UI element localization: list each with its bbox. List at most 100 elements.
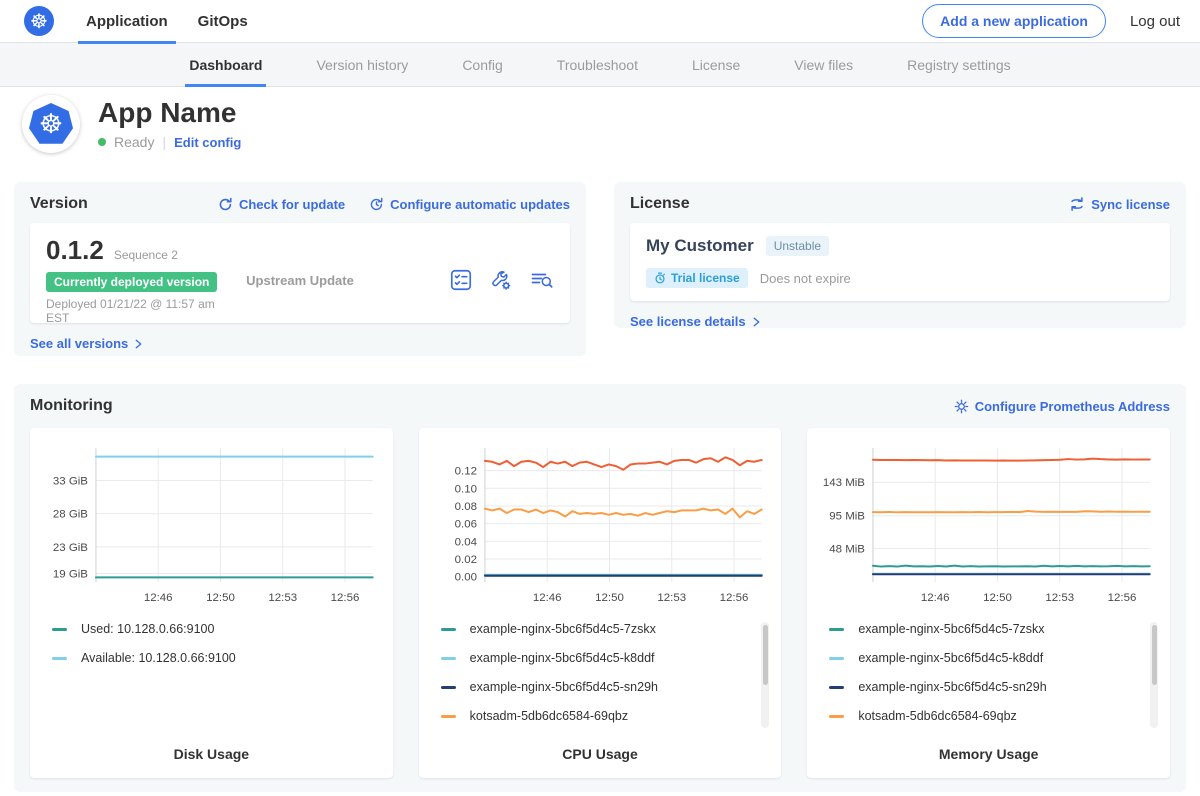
legend-label: example-nginx-5bc6f5d4c5-sn29h xyxy=(470,680,658,694)
svg-text:0.00: 0.00 xyxy=(454,572,476,584)
disk-usage-chart: 19 GiB23 GiB28 GiB33 GiB12:4612:5012:531… xyxy=(40,438,383,610)
license-panel: License Sync license My Customer Unstabl… xyxy=(614,182,1186,328)
legend-swatch-icon xyxy=(52,657,67,660)
legend-label: Available: 10.128.0.66:9100 xyxy=(81,651,236,665)
svg-text:0.04: 0.04 xyxy=(454,536,477,548)
logout-button[interactable]: Log out xyxy=(1130,13,1180,30)
subnav-view-files[interactable]: View files xyxy=(794,43,853,87)
svg-text:48 MiB: 48 MiB xyxy=(830,543,866,555)
deployed-version-badge: Currently deployed version xyxy=(46,272,217,292)
edit-config-link[interactable]: Edit config xyxy=(174,135,241,150)
memory-usage-card: 48 MiB95 MiB143 MiB12:4612:5012:5312:56 … xyxy=(807,428,1170,778)
monitoring-panel: Monitoring Configure Prometheus Address … xyxy=(14,384,1186,792)
stopwatch-icon xyxy=(654,272,666,284)
status-dot-icon xyxy=(98,138,106,146)
disk-usage-card: 19 GiB23 GiB28 GiB33 GiB12:4612:5012:531… xyxy=(30,428,393,778)
svg-text:143 MiB: 143 MiB xyxy=(823,477,865,489)
legend-item: example-nginx-5bc6f5d4c5-7zskx xyxy=(829,622,1138,636)
configure-prometheus-label: Configure Prometheus Address xyxy=(975,399,1170,414)
legend-label: example-nginx-5bc6f5d4c5-7zskx xyxy=(858,622,1044,636)
legend-swatch-icon xyxy=(829,657,844,660)
configure-prometheus-link[interactable]: Configure Prometheus Address xyxy=(954,399,1170,414)
legend-item: Available: 10.128.0.66:9100 xyxy=(52,651,361,665)
svg-text:0.10: 0.10 xyxy=(454,483,476,495)
legend-swatch-icon xyxy=(441,657,456,660)
disk-usage-title: Disk Usage xyxy=(40,746,383,762)
svg-text:12:46: 12:46 xyxy=(144,592,173,604)
chevron-right-icon xyxy=(134,338,143,350)
legend-scrollbar-thumb[interactable] xyxy=(1152,625,1157,685)
legend-item: kotsadm-5db6dc6584-69qbz xyxy=(829,709,1138,723)
customer-name: My Customer xyxy=(646,236,754,256)
svg-text:0.12: 0.12 xyxy=(454,466,476,478)
legend-item: example-nginx-5bc6f5d4c5-k8ddf xyxy=(441,651,750,665)
app-title: App Name xyxy=(98,97,241,129)
legend-swatch-icon xyxy=(441,628,456,631)
legend-swatch-icon xyxy=(441,686,456,689)
svg-text:12:53: 12:53 xyxy=(657,592,686,604)
see-all-versions-link[interactable]: See all versions xyxy=(30,336,143,351)
legend-swatch-icon xyxy=(441,715,456,718)
refresh-icon xyxy=(218,197,233,212)
top-nav-bar: ☸ Application GitOps Add a new applicati… xyxy=(0,0,1200,43)
trial-license-label: Trial license xyxy=(671,271,740,285)
legend-label: example-nginx-5bc6f5d4c5-k8ddf xyxy=(858,651,1043,665)
config-wrench-icon[interactable] xyxy=(490,269,512,291)
add-application-button[interactable]: Add a new application xyxy=(922,4,1106,38)
legend-swatch-icon xyxy=(52,628,67,631)
version-panel-title: Version xyxy=(30,195,88,213)
legend-scrollbar[interactable] xyxy=(1150,622,1158,728)
subnav-registry-settings[interactable]: Registry settings xyxy=(907,43,1010,87)
svg-text:0.06: 0.06 xyxy=(454,519,476,531)
see-license-details-link[interactable]: See license details xyxy=(630,314,761,329)
memory-usage-title: Memory Usage xyxy=(817,746,1160,762)
svg-text:12:56: 12:56 xyxy=(331,592,360,604)
legend-item: example-nginx-5bc6f5d4c5-sn29h xyxy=(829,680,1138,694)
app-status: Ready xyxy=(114,134,154,150)
legend-label: example-nginx-5bc6f5d4c5-k8ddf xyxy=(470,651,655,665)
clock-refresh-icon xyxy=(369,197,384,212)
memory-usage-legend: example-nginx-5bc6f5d4c5-7zskx example-ng… xyxy=(829,622,1160,744)
legend-scrollbar-thumb[interactable] xyxy=(763,625,768,685)
sync-license-link[interactable]: Sync license xyxy=(1069,196,1170,212)
legend-scrollbar[interactable] xyxy=(761,622,769,728)
svg-text:95 MiB: 95 MiB xyxy=(830,511,866,523)
configure-automatic-updates-link[interactable]: Configure automatic updates xyxy=(369,197,570,212)
svg-text:12:53: 12:53 xyxy=(268,592,297,604)
legend-label: kotsadm-5db6dc6584-69qbz xyxy=(470,709,628,723)
check-for-update-link[interactable]: Check for update xyxy=(218,197,345,212)
legend-swatch-icon xyxy=(829,715,844,718)
divider: | xyxy=(162,134,166,150)
deploy-logs-icon[interactable] xyxy=(530,269,554,291)
cpu-usage-chart: 0.000.020.040.060.080.100.1212:4612:5012… xyxy=(429,438,772,610)
subnav-troubleshoot[interactable]: Troubleshoot xyxy=(557,43,638,87)
svg-text:12:56: 12:56 xyxy=(719,592,748,604)
sequence-label: Sequence 2 xyxy=(114,248,178,262)
see-license-details-label: See license details xyxy=(630,314,746,329)
cpu-usage-card: 0.000.020.040.060.080.100.1212:4612:5012… xyxy=(419,428,782,778)
tab-application[interactable]: Application xyxy=(86,0,168,43)
legend-swatch-icon xyxy=(829,686,844,689)
version-number: 0.1.2 xyxy=(46,235,104,266)
legend-item: Used: 10.128.0.66:9100 xyxy=(52,622,361,636)
legend-label: kotsadm-5db6dc6584-69qbz xyxy=(858,709,1016,723)
memory-usage-chart: 48 MiB95 MiB143 MiB12:4612:5012:5312:56 xyxy=(817,438,1160,610)
svg-text:0.02: 0.02 xyxy=(454,554,476,566)
subnav-dashboard[interactable]: Dashboard xyxy=(189,43,262,87)
app-sub-nav: Dashboard Version history Config Trouble… xyxy=(0,43,1200,87)
svg-text:12:53: 12:53 xyxy=(1046,592,1075,604)
see-all-versions-label: See all versions xyxy=(30,336,128,351)
tab-gitops[interactable]: GitOps xyxy=(198,0,248,43)
svg-text:12:50: 12:50 xyxy=(206,592,235,604)
preflight-checks-icon[interactable] xyxy=(450,269,472,291)
legend-item: example-nginx-5bc6f5d4c5-sn29h xyxy=(441,680,750,694)
subnav-version-history[interactable]: Version history xyxy=(316,43,408,87)
gear-icon xyxy=(954,399,969,414)
chevron-right-icon xyxy=(752,316,761,328)
sync-arrows-icon xyxy=(1069,196,1085,212)
subnav-config[interactable]: Config xyxy=(462,43,502,87)
subnav-license[interactable]: License xyxy=(692,43,740,87)
monitoring-title: Monitoring xyxy=(30,397,113,415)
configure-automatic-updates-label: Configure automatic updates xyxy=(390,197,570,212)
svg-text:0.08: 0.08 xyxy=(454,501,476,513)
